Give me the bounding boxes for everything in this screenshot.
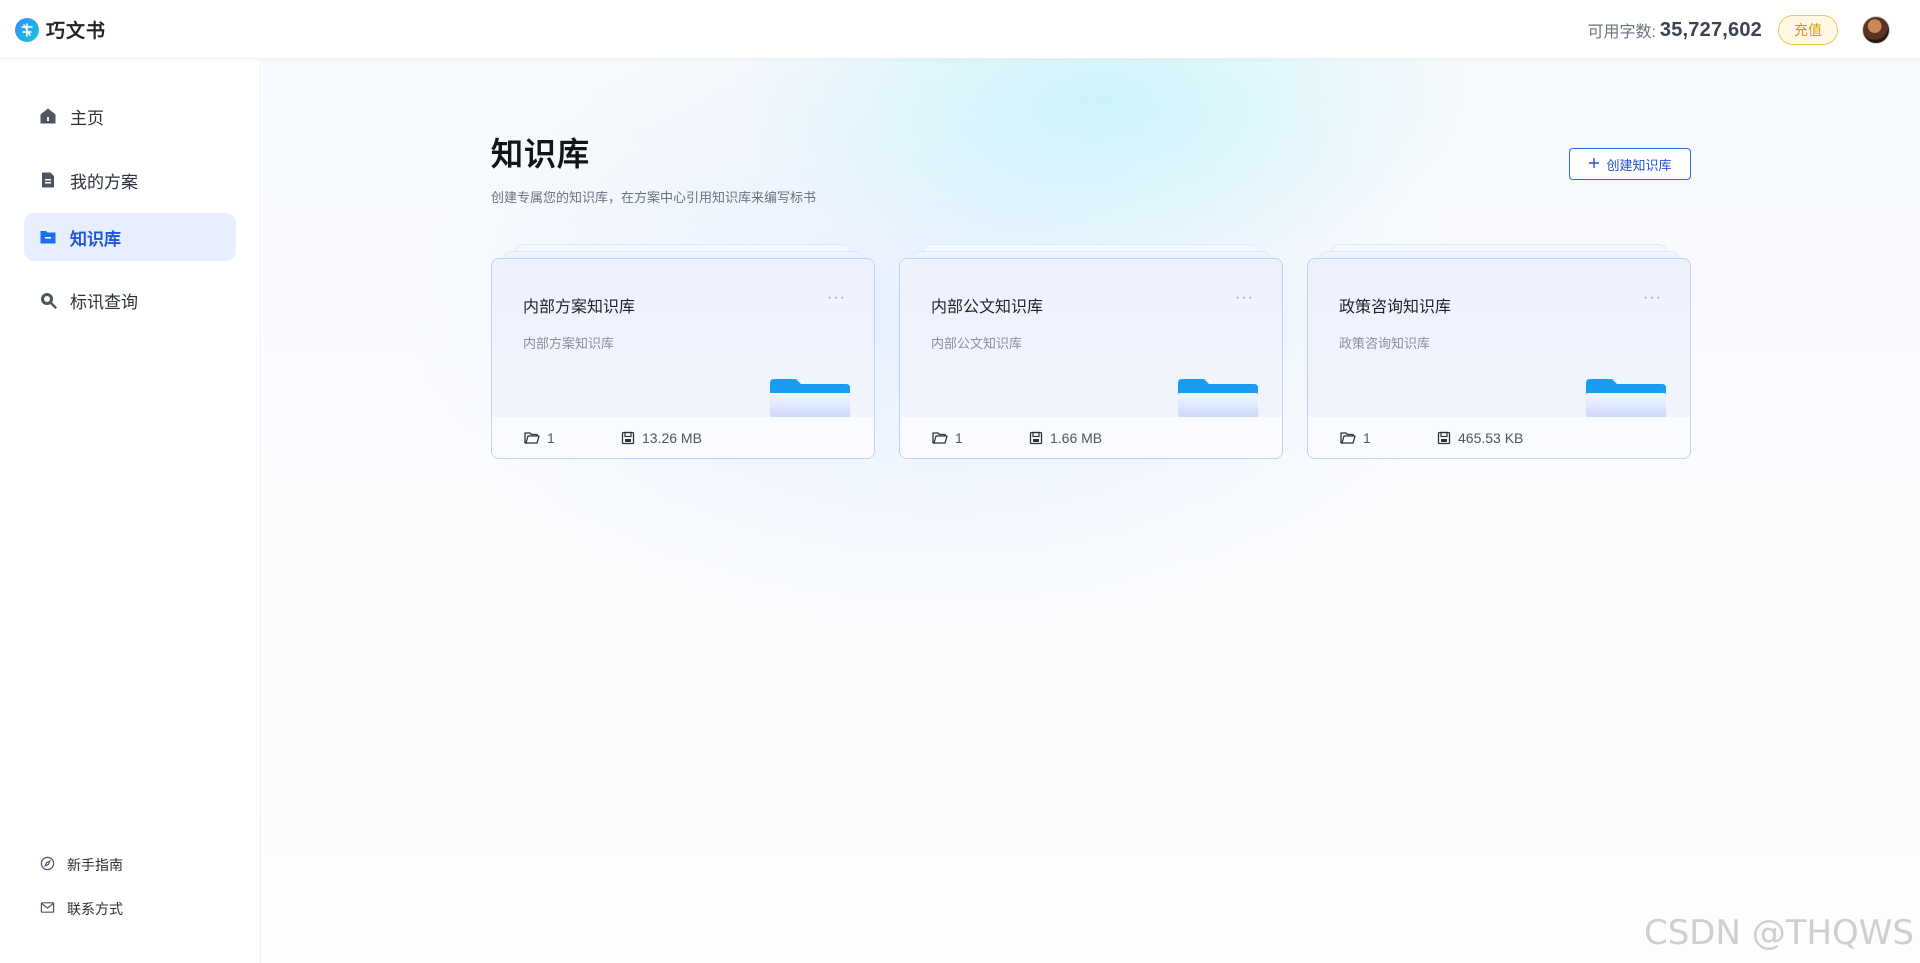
save-icon [1437,431,1451,444]
sidebar-item-label: 知识库 [70,229,121,249]
create-knowledge-base-button[interactable]: 创建知识库 [1569,148,1691,180]
file-count-value: 1 [955,429,963,446]
quota-label: 可用字数: [1587,24,1656,41]
sidebar-item-label: 联系方式 [67,901,123,917]
compass-icon [40,856,55,874]
knowledge-base-card-body[interactable]: 政策咨询知识库 政策咨询知识库 ··· 1 465.53 KB [1307,258,1691,459]
plus-icon [1588,157,1600,172]
card-footer: 1 13.26 MB [492,417,874,458]
document-icon [38,170,58,190]
card-description: 内部公文知识库 [931,336,1023,351]
card-footer: 1 465.53 KB [1308,417,1690,458]
card-description: 政策咨询知识库 [1339,336,1431,351]
card-title: 政策咨询知识库 [1339,299,1452,316]
knowledge-base-card-body[interactable]: 内部公文知识库 内部公文知识库 ··· 1 1.66 MB [899,258,1283,459]
page-title: 知识库 [491,136,591,172]
file-size-value: 1.66 MB [1050,429,1103,446]
sidebar-item-label: 主页 [70,108,104,128]
recharge-button[interactable]: 充值 [1778,15,1838,45]
knowledge-base-card: 政策咨询知识库 政策咨询知识库 ··· 1 465.53 KB [1307,244,1691,460]
save-icon [621,431,635,444]
file-count: 1 [1340,430,1437,446]
knowledge-base-card: 内部方案知识库 内部方案知识库 ··· 1 13.26 MB [491,244,875,460]
mail-icon [40,900,55,918]
knowledge-base-card: 内部公文知识库 内部公文知识库 ··· 1 1.66 MB [899,244,1283,460]
sidebar-item-bid-search[interactable]: 标讯查询 [24,276,236,324]
file-size: 1.66 MB [1029,430,1102,446]
save-icon [1029,431,1043,444]
knowledge-base-card-body[interactable]: 内部方案知识库 内部方案知识库 ··· 1 13.26 MB [491,258,875,459]
sidebar-item-guide[interactable]: 新手指南 [40,853,123,877]
sidebar-item-my-plans[interactable]: 我的方案 [24,156,236,204]
file-count: 1 [524,430,621,446]
header-right: 可用字数: 35,727,602 充值 [1587,14,1890,46]
logo-icon [15,17,39,42]
sidebar: 主页 我的方案 知识库 标讯查询 新手指南 联系方式 [0,59,261,963]
more-options-icon[interactable]: ··· [1643,289,1662,307]
folder-illustration-icon [1586,379,1666,419]
card-description: 内部方案知识库 [523,336,615,351]
folder-illustration-icon [770,379,850,419]
sidebar-item-contact[interactable]: 联系方式 [40,897,123,921]
folder-icon [38,227,58,247]
quota-value: 35,727,602 [1659,18,1762,41]
card-footer: 1 1.66 MB [900,417,1282,458]
file-size: 13.26 MB [621,430,702,446]
app-name: 巧文书 [46,21,107,42]
more-options-icon[interactable]: ··· [1235,289,1254,307]
folder-open-icon [524,431,540,444]
file-size-value: 465.53 KB [1458,429,1524,446]
sidebar-item-home[interactable]: 主页 [24,92,236,140]
folder-open-icon [932,431,948,444]
home-icon [38,106,58,126]
watermark: CSDN @THQWS [1643,913,1914,953]
top-header: 巧文书 可用字数: 35,727,602 充值 [0,0,1920,59]
file-size-value: 13.26 MB [642,429,702,446]
main-content: 知识库 创建专属您的知识库，在方案中心引用知识库来编写标书 创建知识库 内部方案… [262,59,1920,963]
sidebar-item-label: 新手指南 [67,857,123,873]
app-logo[interactable]: 巧文书 [15,17,106,42]
search-icon [38,290,58,310]
page-subtitle: 创建专属您的知识库，在方案中心引用知识库来编写标书 [491,190,817,205]
card-title: 内部公文知识库 [931,299,1044,316]
file-count-value: 1 [547,429,555,446]
file-size: 465.53 KB [1437,430,1523,446]
file-count: 1 [932,430,1029,446]
sidebar-item-knowledge-base[interactable]: 知识库 [24,213,236,261]
more-options-icon[interactable]: ··· [827,289,846,307]
sidebar-item-label: 标讯查询 [70,292,138,312]
folder-open-icon [1340,431,1356,444]
folder-illustration-icon [1178,379,1258,419]
sidebar-item-label: 我的方案 [70,172,138,192]
create-button-label: 创建知识库 [1606,157,1672,173]
file-count-value: 1 [1363,429,1371,446]
avatar[interactable] [1862,16,1890,44]
card-title: 内部方案知识库 [523,299,636,316]
